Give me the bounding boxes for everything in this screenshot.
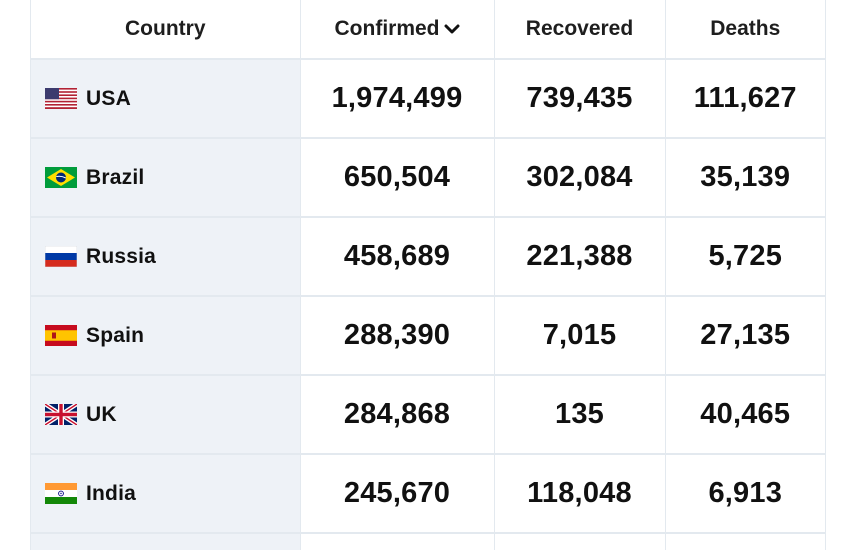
recovered-cell: 7,015 (494, 296, 666, 376)
recovered-cell: 739,435 (494, 59, 666, 139)
table-header-row: Country Confirmed Recovered Deaths (31, 0, 825, 60)
confirmed-cell: 284,868 (300, 375, 495, 455)
country-cell: India (31, 454, 301, 534)
country-cell: Spain (31, 296, 301, 376)
country-cell: Russia (31, 217, 301, 297)
deaths-header-label: Deaths (710, 17, 781, 40)
table-row[interactable]: Spain 288,390 7,015 27,135 (31, 296, 825, 376)
country-cell: Brazil (31, 138, 301, 218)
confirmed-cell: 650,504 (300, 138, 495, 218)
country-name: India (86, 481, 137, 505)
deaths-cell: 6,913 (665, 454, 825, 534)
country-header-label: Country (125, 17, 206, 40)
russia-flag-icon (45, 246, 77, 267)
usa-flag-icon (45, 88, 77, 109)
deaths-cell (665, 533, 825, 550)
country-cell: USA (31, 59, 301, 139)
brazil-flag-icon (45, 167, 77, 188)
confirmed-header-label: Confirmed (334, 16, 440, 40)
confirmed-cell: 458,689 (300, 217, 495, 297)
india-flag-icon (45, 483, 77, 504)
table-row[interactable]: India 245,670 118,048 6,913 (31, 454, 825, 534)
country-stats-table: Country Confirmed Recovered Deaths USA 1… (31, 0, 825, 550)
recovered-header-label: Recovered (525, 17, 634, 40)
country-column-header[interactable]: Country (31, 0, 301, 60)
table-row[interactable]: Russia 458,689 221,388 5,725 (31, 217, 825, 297)
country-cell (31, 533, 301, 550)
confirmed-cell: 245,670 (300, 454, 495, 534)
deaths-cell: 27,135 (665, 296, 825, 376)
deaths-column-header[interactable]: Deaths (665, 0, 825, 60)
country-name: Russia (86, 244, 157, 268)
table-row[interactable]: UK 284,868 135 40,465 (31, 375, 825, 455)
country-name: UK (86, 402, 117, 426)
stats-table-container: Country Confirmed Recovered Deaths USA 1… (30, 0, 826, 550)
recovered-cell: 135 (494, 375, 666, 455)
table-row[interactable]: Brazil 650,504 302,084 35,139 (31, 138, 825, 218)
recovered-cell: 221,388 (494, 217, 666, 297)
recovered-column-header[interactable]: Recovered (494, 0, 666, 60)
recovered-cell: 302,084 (494, 138, 666, 218)
deaths-cell: 5,725 (665, 217, 825, 297)
table-row-partial (31, 533, 825, 550)
country-cell: UK (31, 375, 301, 455)
confirmed-cell: 1,974,499 (300, 59, 495, 139)
deaths-cell: 35,139 (665, 138, 825, 218)
uk-flag-icon (45, 404, 77, 425)
country-name: Brazil (86, 165, 145, 189)
recovered-cell (494, 533, 666, 550)
deaths-cell: 40,465 (665, 375, 825, 455)
country-name: USA (86, 86, 131, 110)
confirmed-cell (300, 533, 495, 550)
spain-flag-icon (45, 325, 77, 346)
recovered-cell: 118,048 (494, 454, 666, 534)
chevron-down-icon (444, 17, 460, 41)
table-row[interactable]: USA 1,974,499 739,435 111,627 (31, 59, 825, 139)
country-name: Spain (86, 323, 145, 347)
deaths-cell: 111,627 (665, 59, 825, 139)
confirmed-cell: 288,390 (300, 296, 495, 376)
confirmed-column-header[interactable]: Confirmed (300, 0, 495, 60)
